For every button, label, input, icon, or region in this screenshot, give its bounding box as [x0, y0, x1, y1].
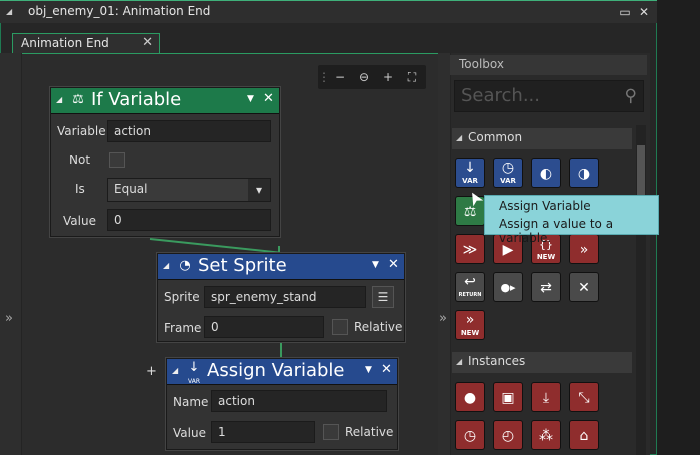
- node-menu-icon[interactable]: ▼: [247, 94, 254, 104]
- relative-checkbox[interactable]: [332, 319, 348, 335]
- node-title: If Variable: [91, 89, 182, 110]
- swap-icon[interactable]: ⇄: [531, 272, 561, 302]
- node-collapse-icon[interactable]: ◢: [56, 95, 62, 104]
- value-field[interactable]: 0: [107, 209, 271, 231]
- destroy-instance-icon[interactable]: ▣: [493, 382, 523, 412]
- tab-animation-end[interactable]: Animation End ✕: [12, 33, 160, 53]
- chevron-down-icon[interactable]: ▾: [248, 179, 270, 201]
- tab-label: Animation End: [21, 36, 109, 50]
- if-variable-header[interactable]: ◢ ⚖ If Variable ▼ ✕: [51, 88, 279, 114]
- is-select[interactable]: Equal ▾: [107, 178, 271, 202]
- value-field[interactable]: 1: [211, 421, 315, 443]
- node-menu-icon[interactable]: ▼: [372, 260, 379, 270]
- name-field[interactable]: action: [211, 390, 387, 412]
- tab-close-icon[interactable]: ✕: [142, 35, 153, 50]
- sprite-label: Sprite: [164, 290, 200, 304]
- relative-label: Relative: [345, 425, 394, 439]
- maximize-icon[interactable]: ▭: [617, 4, 633, 20]
- create-instance-icon[interactable]: ●: [455, 382, 485, 412]
- tooltip: Assign Variable Assign a value to a vari…: [484, 195, 659, 245]
- set-sprite-node[interactable]: ◢ ◔ Set Sprite ▼ ✕ Sprite spr_enemy_stan…: [157, 253, 405, 342]
- collapse-icon[interactable]: ◢: [6, 7, 12, 16]
- node-title: Set Sprite: [198, 255, 287, 276]
- tooltip-title: Assign Variable: [499, 199, 591, 213]
- new-icon[interactable]: » NEW: [455, 310, 485, 340]
- set-global-icon[interactable]: ◑: [569, 158, 599, 188]
- section-collapse-icon: ◢: [456, 133, 463, 142]
- not-label: Not: [69, 153, 91, 167]
- section-collapse-icon: ◢: [456, 357, 463, 366]
- relative-checkbox[interactable]: [323, 424, 339, 440]
- section-label: Instances: [468, 354, 526, 368]
- node-menu-icon[interactable]: ▼: [365, 365, 372, 375]
- zoom-reset-icon[interactable]: ⊖: [354, 67, 374, 87]
- exit-event-icon[interactable]: ●▸: [493, 272, 523, 302]
- grip-icon: ⋮: [318, 70, 330, 84]
- section-instances[interactable]: ◢ Instances: [452, 352, 632, 373]
- assign-variable-icon[interactable]: ↓ VAR: [455, 158, 485, 188]
- assign-variable-header[interactable]: ◢ ↓ VAR Assign Variable ▼ ✕: [167, 359, 397, 385]
- value-label: Value: [63, 214, 96, 228]
- if-variable-node[interactable]: ◢ ⚖ If Variable ▼ ✕ Variable action Not …: [50, 87, 280, 237]
- node-close-icon[interactable]: ✕: [381, 362, 392, 377]
- node-collapse-icon[interactable]: ◢: [172, 366, 178, 375]
- fit-view-icon[interactable]: ⛶: [402, 67, 422, 87]
- node-title: Assign Variable: [207, 360, 345, 381]
- frame-field[interactable]: 0: [204, 316, 324, 338]
- assign-variable-node[interactable]: ◢ ↓ VAR Assign Variable ▼ ✕ Name action V…: [166, 358, 398, 450]
- change-instance-icon[interactable]: ⤡: [569, 382, 599, 412]
- relative-label: Relative: [354, 320, 403, 334]
- declare-temp-icon[interactable]: ◷ VAR: [493, 158, 523, 188]
- window-titlebar: ◢ obj_enemy_01: Animation End ▭ ✕: [0, 0, 657, 23]
- instance-count-icon[interactable]: ⁂: [531, 420, 561, 450]
- variable-field[interactable]: action: [107, 120, 271, 142]
- zoom-out-icon[interactable]: −: [330, 67, 350, 87]
- is-value: Equal: [114, 182, 148, 196]
- close-window-icon[interactable]: ✕: [636, 4, 652, 20]
- assign-variable-icon: ↓ VAR: [188, 360, 200, 385]
- variable-label: Variable: [57, 124, 106, 138]
- return-icon[interactable]: ↩ RETURN: [455, 272, 485, 302]
- frame-label: Frame: [164, 321, 202, 335]
- node-close-icon[interactable]: ✕: [388, 257, 399, 272]
- toolbox-gutter: »: [438, 53, 450, 455]
- break-icon[interactable]: ✕: [569, 272, 599, 302]
- not-checkbox[interactable]: [109, 152, 125, 168]
- search-input[interactable]: Search...: [461, 85, 540, 106]
- window-title: obj_enemy_01: Animation End: [28, 4, 211, 18]
- section-common[interactable]: ◢ Common: [452, 128, 632, 149]
- sprite-icon: ◔: [179, 258, 191, 273]
- expand-toolbox-icon[interactable]: »: [439, 311, 447, 326]
- search-icon[interactable]: ⚲: [625, 86, 637, 106]
- zoom-toolbar: ⋮ − ⊖ + ⛶: [318, 65, 426, 89]
- instance-exists-icon[interactable]: ⤓: [531, 382, 561, 412]
- is-label: Is: [75, 182, 85, 196]
- sprite-picker-icon[interactable]: ☰: [372, 286, 394, 308]
- name-label: Name: [173, 395, 209, 409]
- zoom-in-icon[interactable]: +: [378, 67, 398, 87]
- set-sprite-header[interactable]: ◢ ◔ Set Sprite ▼ ✕: [158, 254, 404, 280]
- tooltip-description: Assign a value to a variable.: [499, 217, 614, 245]
- sprite-field[interactable]: spr_enemy_stand: [204, 286, 366, 308]
- alarm-icon[interactable]: ◷: [455, 420, 485, 450]
- canvas-left-gutter: »: [0, 53, 22, 455]
- right-edge-panel: [657, 0, 700, 455]
- scales-icon: ⚖: [72, 92, 84, 107]
- section-label: Common: [468, 130, 523, 144]
- expand-left-icon[interactable]: »: [5, 311, 13, 326]
- add-action-icon[interactable]: +: [146, 364, 157, 379]
- connector-line: [280, 342, 282, 358]
- get-global-icon[interactable]: ◐: [531, 158, 561, 188]
- execute-code-icon[interactable]: ≫: [455, 234, 485, 264]
- toolbox-search[interactable]: Search... ⚲: [454, 80, 644, 112]
- instance-var-icon[interactable]: ⌂: [569, 420, 599, 450]
- toolbox-header: Toolbox: [450, 55, 647, 75]
- set-alarm-icon[interactable]: ◴: [493, 420, 523, 450]
- toolbox-title: Toolbox: [459, 57, 504, 71]
- node-close-icon[interactable]: ✕: [263, 91, 274, 106]
- value-label: Value: [173, 426, 206, 440]
- node-collapse-icon[interactable]: ◢: [163, 261, 169, 270]
